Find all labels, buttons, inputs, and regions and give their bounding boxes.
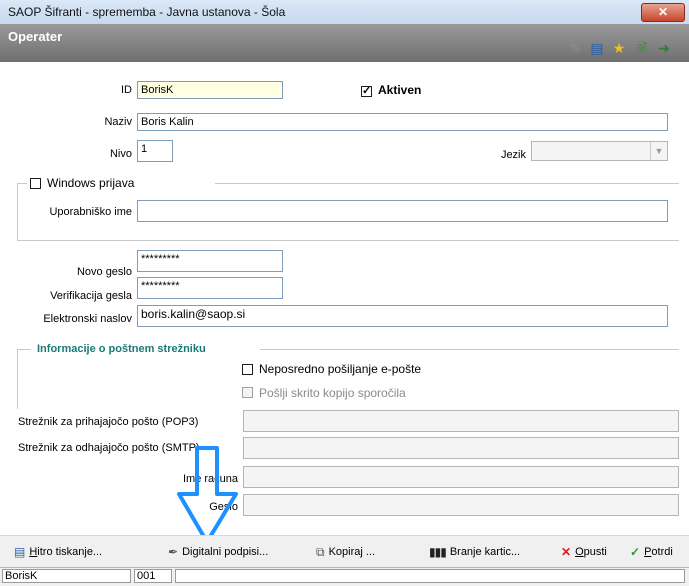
direct-send-label: Neposredno pošiljanje e-pošte — [259, 362, 422, 376]
barcode-icon: ▮▮▮ — [429, 545, 447, 559]
digital-sign-label: Digitalni podpisi... — [182, 546, 269, 558]
cancel-x-icon: ✕ — [561, 545, 572, 559]
document-icon[interactable]: 🗎 — [634, 40, 650, 56]
new-password-label: Novo geslo — [76, 266, 132, 278]
direct-send-checkbox[interactable] — [242, 364, 253, 375]
jezik-label: Jezik — [500, 149, 526, 161]
mail-password-field[interactable] — [243, 494, 679, 516]
columns-icon[interactable]: ▤ — [589, 40, 605, 56]
confirm-button[interactable]: ✓ Potrdi — [630, 543, 673, 561]
window-title: SAOP Šifranti - sprememba - Javna ustano… — [8, 5, 286, 19]
windows-prijava-checkbox[interactable] — [30, 178, 41, 189]
bcc-label: Pošlji skrito kopijo sporočila — [259, 386, 406, 400]
naziv-field[interactable]: Boris Kalin — [137, 113, 668, 131]
checkmark-icon: ✓ — [630, 545, 641, 559]
edit-icon[interactable]: ✎ — [567, 40, 583, 56]
nivo-label: Nivo — [109, 148, 132, 160]
id-label: ID — [121, 84, 132, 96]
naziv-label: Naziv — [104, 116, 132, 128]
account-field[interactable] — [243, 466, 679, 488]
bcc-checkbox[interactable] — [242, 387, 253, 398]
form-header-title: Operater — [8, 29, 63, 44]
username-label: Uporabniško ime — [49, 206, 132, 218]
read-card-label: Branje kartic... — [449, 546, 521, 558]
close-icon: ✕ — [657, 5, 669, 19]
copy-icon: ⧉ — [316, 544, 325, 559]
mail-group-top-right — [260, 349, 679, 350]
smtp-field[interactable] — [243, 437, 679, 459]
id-field[interactable]: BorisK — [137, 81, 283, 99]
quick-print-label: itro tiskanje... — [37, 546, 103, 558]
windows-group-top-left — [17, 183, 27, 184]
cancel-hotkey: O — [575, 546, 584, 558]
pop3-label: Strežnik za prihajajočo pošto (POP3) — [18, 416, 199, 428]
nivo-field[interactable]: 1 — [137, 140, 173, 162]
exit-icon[interactable]: ➜ — [656, 40, 672, 56]
aktiven-checkbox[interactable]: ✓ — [361, 86, 372, 97]
status-extra — [175, 569, 685, 583]
confirm-label: otrdi — [651, 546, 673, 558]
aktiven-label: Aktiven — [378, 83, 422, 97]
windows-group-left-border — [17, 183, 18, 241]
new-password-field[interactable]: ********* — [137, 250, 283, 272]
copy-button[interactable]: ⧉ Kopiraj ... — [316, 543, 375, 561]
windows-group-bottom — [17, 240, 679, 241]
cancel-button[interactable]: ✕ Opusti — [561, 543, 607, 561]
verify-password-label: Verifikacija gesla — [50, 290, 132, 302]
email-label: Elektronski naslov — [43, 313, 132, 325]
username-field[interactable] — [137, 200, 668, 222]
verify-password-field[interactable]: ********* — [137, 277, 283, 299]
jezik-select[interactable]: ▼ — [531, 141, 668, 161]
chevron-down-icon: ▼ — [650, 142, 667, 160]
windows-prijava-label: Windows prijava — [47, 176, 135, 190]
copy-label: Kopiraj ... — [328, 546, 376, 558]
print-icon: ▤ — [14, 545, 26, 559]
digital-sign-button[interactable]: ✒ Digitalni podpisi... — [168, 543, 268, 561]
pen-icon: ✒ — [168, 545, 179, 559]
form-header: Operater — [0, 24, 689, 62]
star-icon[interactable]: ★ — [611, 40, 627, 56]
windows-group-top-right — [215, 183, 679, 184]
mail-group-top-left — [17, 349, 31, 350]
status-user: BorisK — [2, 569, 131, 583]
email-field[interactable]: boris.kalin@saop.si — [137, 305, 668, 327]
mail-group-left-border — [17, 349, 18, 409]
status-code: 001 — [134, 569, 172, 583]
close-button[interactable]: ✕ — [641, 3, 685, 22]
mail-section-title: Informacije o poštnem strežniku — [37, 343, 206, 355]
annotation-arrow-down-icon — [177, 446, 238, 544]
cancel-label: pusti — [583, 546, 607, 558]
read-card-button[interactable]: ▮▮▮ Branje kartic... — [429, 543, 520, 561]
quick-print-button[interactable]: ▤ Hitro tiskanje... — [14, 543, 102, 561]
pop3-field[interactable] — [243, 410, 679, 432]
window-titlebar: SAOP Šifranti - sprememba - Javna ustano… — [0, 0, 689, 25]
